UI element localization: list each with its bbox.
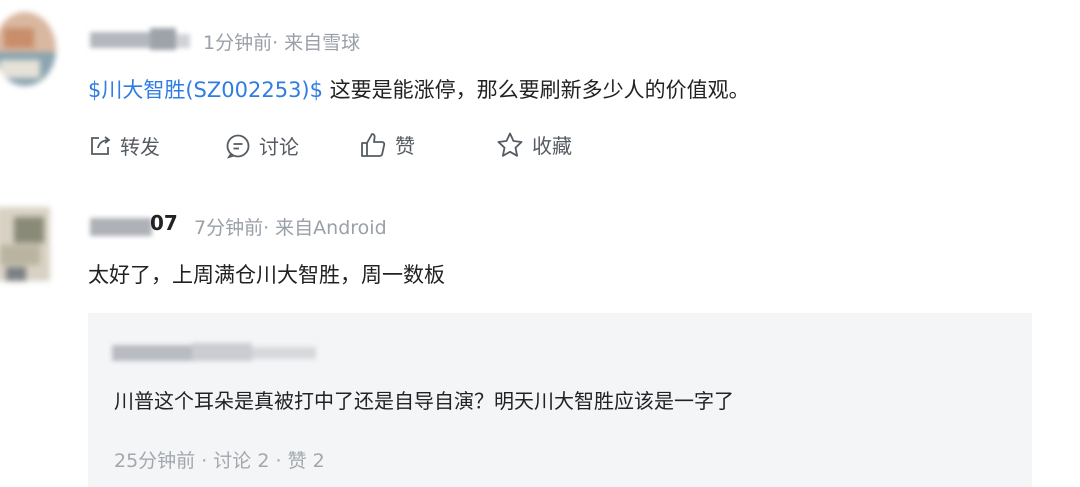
post-meta: 7分钟前· 来自Android xyxy=(194,213,387,240)
repost-button[interactable]: 转发 xyxy=(88,131,160,160)
favorite-button[interactable]: 收藏 xyxy=(496,130,572,159)
avatar[interactable] xyxy=(0,12,56,86)
avatar[interactable] xyxy=(0,207,50,281)
username-suffix[interactable]: 07 xyxy=(150,211,178,235)
post-source: · 来自Android xyxy=(263,217,387,239)
post-time: 7分钟前 xyxy=(194,217,264,239)
quoted-comments-count[interactable]: · 讨论 2 xyxy=(195,450,269,472)
stock-link[interactable]: $川大智胜(SZ002253)$ xyxy=(88,78,323,102)
thumbs-up-icon xyxy=(359,131,387,159)
quoted-meta: 25分钟前 · 讨论 2 · 赞 2 xyxy=(114,446,325,473)
post-time: 1分钟前 xyxy=(203,32,273,54)
favorite-label: 收藏 xyxy=(532,134,572,158)
quoted-reply[interactable]: 川普这个耳朵是真被打中了还是自导自演？明天川大智胜应该是一字了 25分钟前 · … xyxy=(88,313,1032,487)
post-1: 1分钟前· 来自雪球 $川大智胜(SZ002253)$ 这要是能涨停，那么要刷新… xyxy=(0,0,1080,185)
comment-button[interactable]: 讨论 xyxy=(225,131,299,160)
post-meta: 1分钟前· 来自雪球 xyxy=(203,28,360,55)
quoted-username-blurred[interactable] xyxy=(112,341,316,363)
post-header: 07 xyxy=(150,211,178,235)
repost-label: 转发 xyxy=(120,135,160,159)
comment-icon xyxy=(225,133,251,159)
like-button[interactable]: 赞 xyxy=(359,130,415,159)
quoted-time: 25分钟前 xyxy=(114,450,196,472)
star-icon xyxy=(496,131,524,159)
post-text: 太好了，上周满仓川大智胜，周一数板 xyxy=(88,263,445,287)
post-text: 这要是能涨停，那么要刷新多少人的价值观。 xyxy=(323,78,750,102)
username-blurred[interactable] xyxy=(90,213,152,239)
quoted-likes-count[interactable]: · 赞 2 xyxy=(269,450,324,472)
post-source: · 来自雪球 xyxy=(272,32,361,54)
post-content: $川大智胜(SZ002253)$ 这要是能涨停，那么要刷新多少人的价值观。 xyxy=(88,74,750,104)
like-label: 赞 xyxy=(395,134,415,158)
comment-label: 讨论 xyxy=(259,135,299,159)
username-blurred[interactable] xyxy=(90,26,190,52)
repost-icon xyxy=(88,134,112,158)
quoted-text: 川普这个耳朵是真被打中了还是自导自演？明天川大智胜应该是一字了 xyxy=(114,389,734,413)
